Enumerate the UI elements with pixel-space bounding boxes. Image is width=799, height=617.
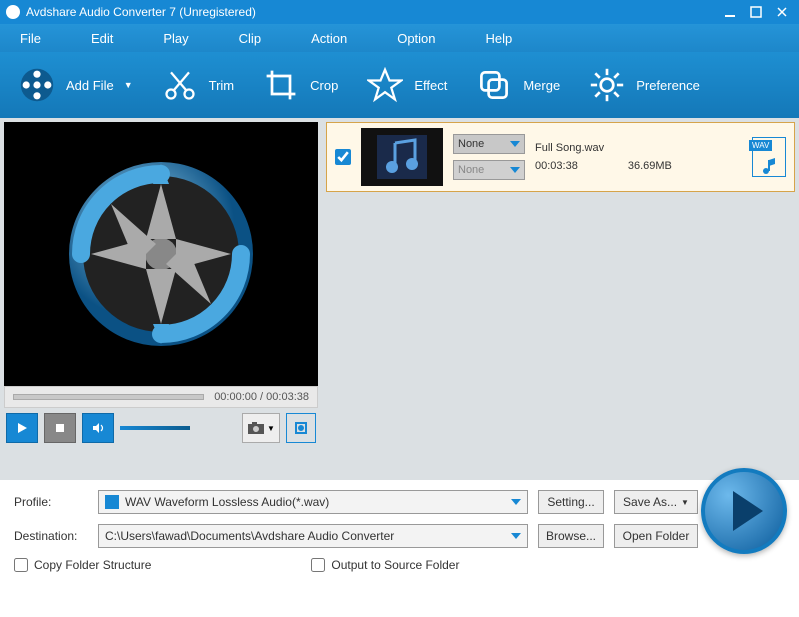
chevron-down-icon bbox=[511, 533, 521, 539]
toolbar: Add File ▼ Trim Crop Effect Merge Prefer… bbox=[0, 52, 799, 118]
effect-button[interactable]: Effect bbox=[366, 66, 447, 104]
profile-select[interactable]: WAV Waveform Lossless Audio(*.wav) bbox=[98, 490, 528, 514]
destination-value: C:\Users\fawad\Documents\Avdshare Audio … bbox=[105, 529, 394, 543]
bottom-panel: Profile: WAV Waveform Lossless Audio(*.w… bbox=[0, 480, 799, 578]
output-source-checkbox[interactable]: Output to Source Folder bbox=[311, 558, 459, 572]
menu-bar: File Edit Play Clip Action Option Help bbox=[0, 24, 799, 52]
format-icon: WAV bbox=[752, 137, 786, 177]
trim-button[interactable]: Trim bbox=[161, 66, 235, 104]
add-file-label: Add File bbox=[66, 78, 114, 93]
music-note-icon bbox=[377, 135, 427, 179]
setting-button[interactable]: Setting... bbox=[538, 490, 604, 514]
close-button[interactable] bbox=[771, 4, 793, 20]
browse-label: Browse... bbox=[546, 529, 596, 543]
copy-folder-input[interactable] bbox=[14, 558, 28, 572]
time-display: 00:00:00 / 00:03:38 bbox=[214, 391, 309, 403]
save-as-label: Save As... bbox=[623, 495, 677, 509]
file-thumbnail bbox=[361, 128, 443, 186]
merge-icon bbox=[475, 66, 513, 104]
profile-value: WAV Waveform Lossless Audio(*.wav) bbox=[125, 495, 329, 509]
convert-button[interactable] bbox=[701, 468, 787, 554]
output-source-label: Output to Source Folder bbox=[331, 558, 459, 572]
app-icon bbox=[6, 5, 20, 19]
save-as-button[interactable]: Save As... ▼ bbox=[614, 490, 698, 514]
maximize-button[interactable] bbox=[745, 4, 767, 20]
fullscreen-button[interactable] bbox=[286, 413, 316, 443]
file-size: 36.69MB bbox=[628, 160, 672, 172]
dd1-label: None bbox=[458, 138, 484, 150]
crop-button[interactable]: Crop bbox=[262, 66, 338, 104]
menu-help[interactable]: Help bbox=[486, 31, 513, 46]
menu-file[interactable]: File bbox=[20, 31, 41, 46]
menu-action[interactable]: Action bbox=[311, 31, 347, 46]
stop-button[interactable] bbox=[44, 413, 76, 443]
menu-option[interactable]: Option bbox=[397, 31, 435, 46]
player-controls: ▼ bbox=[4, 408, 318, 448]
destination-select[interactable]: C:\Users\fawad\Documents\Avdshare Audio … bbox=[98, 524, 528, 548]
format-small-icon bbox=[105, 495, 119, 509]
file-option-dropdown-2[interactable]: None bbox=[453, 160, 525, 180]
fullscreen-icon bbox=[293, 420, 309, 436]
timeline[interactable]: 00:00:00 / 00:03:38 bbox=[4, 386, 318, 408]
menu-edit[interactable]: Edit bbox=[91, 31, 113, 46]
volume-slider[interactable] bbox=[120, 426, 190, 430]
file-list-pane: None None Full Song.wav 00:03:38 36.69MB… bbox=[322, 118, 799, 480]
profile-label: Profile: bbox=[14, 495, 88, 509]
file-option-dropdown-1[interactable]: None bbox=[453, 134, 525, 154]
crop-label: Crop bbox=[310, 78, 338, 93]
menu-clip[interactable]: Clip bbox=[239, 31, 261, 46]
merge-label: Merge bbox=[523, 78, 560, 93]
reel-artwork-icon bbox=[61, 154, 261, 354]
seek-bar[interactable] bbox=[13, 394, 204, 400]
star-icon bbox=[366, 66, 404, 104]
snapshot-button[interactable]: ▼ bbox=[242, 413, 280, 443]
audio-file-icon bbox=[759, 156, 779, 176]
preference-button[interactable]: Preference bbox=[588, 66, 700, 104]
copy-folder-checkbox[interactable]: Copy Folder Structure bbox=[14, 558, 151, 572]
trim-label: Trim bbox=[209, 78, 235, 93]
effect-label: Effect bbox=[414, 78, 447, 93]
file-duration: 00:03:38 bbox=[535, 160, 578, 172]
camera-icon bbox=[247, 421, 265, 435]
chevron-down-icon bbox=[510, 167, 520, 173]
destination-label: Destination: bbox=[14, 529, 88, 543]
file-name: Full Song.wav bbox=[535, 142, 742, 154]
minimize-button[interactable] bbox=[719, 4, 741, 20]
play-triangle-icon bbox=[733, 491, 763, 531]
film-reel-icon bbox=[18, 66, 56, 104]
format-badge: WAV bbox=[749, 140, 772, 151]
menu-play[interactable]: Play bbox=[163, 31, 188, 46]
preference-label: Preference bbox=[636, 78, 700, 93]
window-title: Avdshare Audio Converter 7 (Unregistered… bbox=[26, 5, 256, 19]
chevron-down-icon bbox=[511, 499, 521, 505]
crop-icon bbox=[262, 66, 300, 104]
setting-label: Setting... bbox=[547, 495, 594, 509]
preview-pane: 00:00:00 / 00:03:38 ▼ bbox=[0, 118, 322, 480]
add-file-button[interactable]: Add File ▼ bbox=[18, 66, 133, 104]
gear-icon bbox=[588, 66, 626, 104]
volume-button[interactable] bbox=[82, 413, 114, 443]
output-source-input[interactable] bbox=[311, 558, 325, 572]
chevron-down-icon: ▼ bbox=[267, 424, 275, 433]
content-area: 00:00:00 / 00:03:38 ▼ bbox=[0, 118, 799, 480]
chevron-down-icon: ▼ bbox=[681, 498, 689, 507]
file-row[interactable]: None None Full Song.wav 00:03:38 36.69MB… bbox=[326, 122, 795, 192]
chevron-down-icon bbox=[510, 141, 520, 147]
dd2-label: None bbox=[458, 164, 484, 176]
title-bar: Avdshare Audio Converter 7 (Unregistered… bbox=[0, 0, 799, 24]
preview-video bbox=[4, 122, 318, 386]
open-folder-label: Open Folder bbox=[623, 529, 690, 543]
open-folder-button[interactable]: Open Folder bbox=[614, 524, 698, 548]
merge-button[interactable]: Merge bbox=[475, 66, 560, 104]
file-checkbox[interactable] bbox=[335, 149, 351, 165]
play-button[interactable] bbox=[6, 413, 38, 443]
scissors-icon bbox=[161, 66, 199, 104]
copy-folder-label: Copy Folder Structure bbox=[34, 558, 151, 572]
chevron-down-icon: ▼ bbox=[124, 80, 133, 90]
browse-button[interactable]: Browse... bbox=[538, 524, 604, 548]
